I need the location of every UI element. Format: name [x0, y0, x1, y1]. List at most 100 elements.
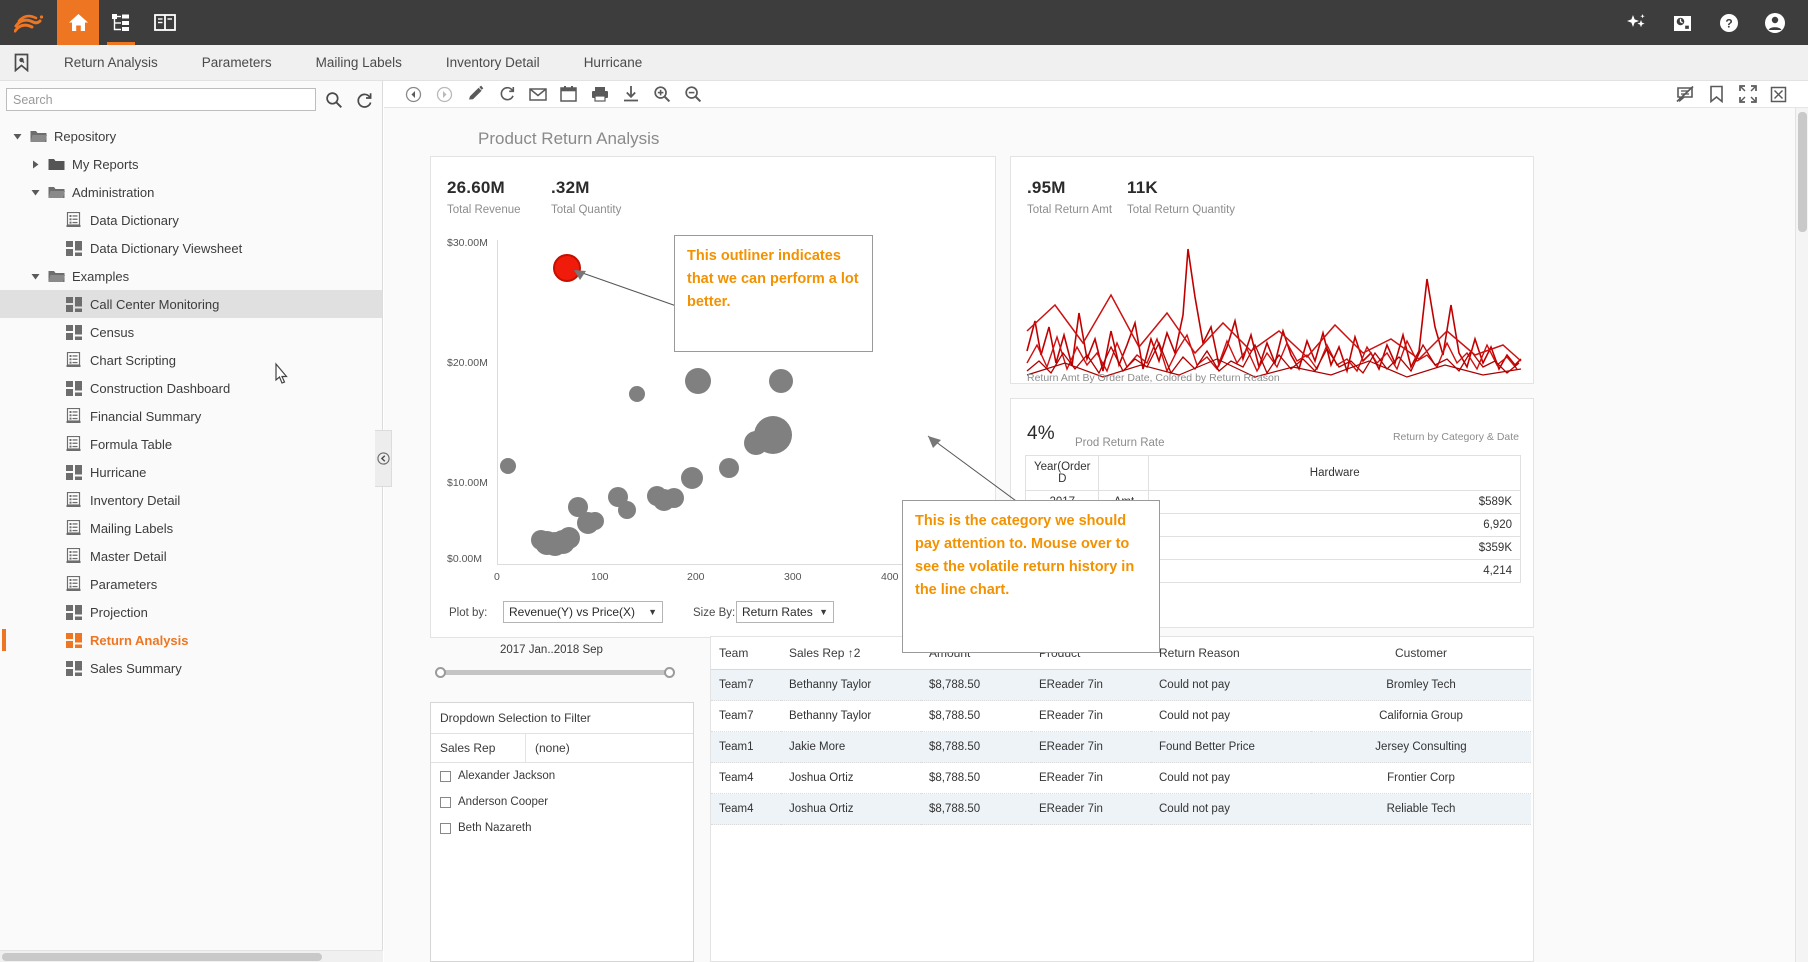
sidebar-collapse-button[interactable] [375, 430, 392, 487]
scatter-point[interactable] [680, 467, 703, 490]
tab-hurricane[interactable]: Hurricane [562, 45, 665, 81]
zoom-out-icon[interactable] [677, 81, 708, 107]
tree-caret-icon[interactable] [26, 272, 44, 281]
checkbox-icon[interactable] [440, 796, 451, 808]
filter-selection-row[interactable]: Sales Rep (none) [431, 734, 693, 763]
filter-option-2[interactable]: Beth Nazareth [431, 815, 693, 841]
zoom-in-icon[interactable] [646, 81, 677, 107]
slider-track[interactable] [440, 670, 670, 675]
filter-field-value[interactable]: (none) [526, 734, 579, 762]
bookmark-tab-icon[interactable] [0, 53, 42, 72]
size-by-select[interactable]: Return Rates ▼ [736, 601, 834, 623]
tab-parameters[interactable]: Parameters [180, 45, 294, 81]
tree-caret-icon[interactable] [26, 160, 44, 169]
bookmark-icon[interactable] [1701, 81, 1732, 107]
scatter-point[interactable] [719, 457, 740, 478]
slider-knob-right[interactable] [664, 667, 675, 678]
tree-caret-icon[interactable] [26, 188, 44, 197]
annotation-hide-icon[interactable] [1670, 81, 1701, 107]
scrollbar-thumb[interactable] [1798, 112, 1807, 232]
table-row[interactable]: Team7 Bethanny Taylor $8,788.50 EReader 7in… [711, 669, 1531, 701]
tree-item-examples[interactable]: Examples [0, 262, 382, 290]
tab-inventory-detail[interactable]: Inventory Detail [424, 45, 562, 81]
return-detail-table[interactable]: Team Sales Rep ↑2 Amount Product Return Reas… [711, 637, 1531, 825]
tree-item-repository[interactable]: Repository [0, 122, 382, 150]
tree-item-return-analysis[interactable]: Return Analysis [0, 626, 382, 654]
slider-knob-left[interactable] [435, 667, 446, 678]
next-icon[interactable] [429, 81, 460, 107]
search-icon[interactable] [322, 88, 346, 112]
tree-item-financial-summary[interactable]: Financial Summary [0, 402, 382, 430]
tree-item-formula-table[interactable]: Formula Table [0, 430, 382, 458]
table-column-header[interactable]: Team [711, 637, 781, 670]
table-row[interactable]: Team4 Joshua Ortiz $8,788.50 EReader 7in Cou… [711, 762, 1531, 794]
search-box[interactable] [6, 88, 316, 111]
tree-item-master-detail[interactable]: Master Detail [0, 542, 382, 570]
scatter-point[interactable] [754, 416, 793, 454]
app-logo[interactable] [0, 0, 57, 45]
scrollbar-thumb[interactable] [2, 953, 322, 961]
repository-tree-icon[interactable] [99, 0, 143, 45]
tree-item-hurricane[interactable]: Hurricane [0, 458, 382, 486]
return-amount-line-chart[interactable] [1025, 235, 1523, 383]
schedule-clock-icon[interactable] [1660, 0, 1706, 45]
scatter-point[interactable] [664, 487, 685, 508]
table-row[interactable]: Team1 Jakie More $8,788.50 EReader 7in Found… [711, 731, 1531, 763]
tree-item-sales-summary[interactable]: Sales Summary [0, 654, 382, 682]
tree-item-chart-scripting[interactable]: Chart Scripting [0, 346, 382, 374]
tree-item-parameters[interactable]: Parameters [0, 570, 382, 598]
fullscreen-icon[interactable] [1732, 81, 1763, 107]
tree-item-data-dictionary-viewsheet[interactable]: Data Dictionary Viewsheet [0, 234, 382, 262]
scatter-point[interactable] [557, 526, 580, 549]
download-icon[interactable] [615, 81, 646, 107]
tree-item-mailing-labels[interactable]: Mailing Labels [0, 514, 382, 542]
checkbox-icon[interactable] [440, 770, 451, 782]
tree-item-administration[interactable]: Administration [0, 178, 382, 206]
tree-caret-icon[interactable] [8, 132, 26, 141]
filter-option-1[interactable]: Anderson Cooper [431, 789, 693, 815]
scatter-point[interactable] [618, 500, 637, 519]
book-icon[interactable] [143, 0, 187, 45]
close-icon[interactable] [1763, 81, 1794, 107]
tab-return-analysis[interactable]: Return Analysis [42, 45, 180, 81]
search-input[interactable] [13, 92, 309, 107]
plot-by-select[interactable]: Revenue(Y) vs Price(X) ▼ [503, 601, 663, 623]
table-row[interactable]: Team7 Bethanny Taylor $8,788.50 EReader 7in… [711, 700, 1531, 732]
tree-item-projection[interactable]: Projection [0, 598, 382, 626]
schedule-calendar-icon[interactable] [553, 81, 584, 107]
filter-option-0[interactable]: Alexander Jackson [431, 763, 693, 789]
refresh-icon[interactable] [491, 81, 522, 107]
table-row[interactable]: Team4 Joshua Ortiz $8,788.50 EReader 7in Cou… [711, 793, 1531, 825]
tree-item-census[interactable]: Census [0, 318, 382, 346]
home-icon[interactable] [57, 0, 99, 45]
refresh-icon[interactable] [352, 88, 376, 112]
scatter-point[interactable] [685, 367, 712, 394]
tree-item-construction-dashboard[interactable]: Construction Dashboard [0, 374, 382, 402]
scatter-point[interactable] [628, 385, 645, 402]
sparkle-ai-icon[interactable] [1614, 0, 1660, 45]
previous-icon[interactable] [398, 81, 429, 107]
tree-item-call-center-monitoring[interactable]: Call Center Monitoring [0, 290, 382, 318]
scatter-point[interactable] [499, 458, 516, 475]
tab-mailing-labels[interactable]: Mailing Labels [294, 45, 424, 81]
top-navigation-bar: ? [0, 0, 1808, 45]
tree-item-my-reports[interactable]: My Reports [0, 150, 382, 178]
scatter-point[interactable] [768, 368, 793, 393]
email-icon[interactable] [522, 81, 553, 107]
table-column-header[interactable]: Return Reason [1151, 637, 1311, 670]
help-question-icon[interactable]: ? [1706, 0, 1752, 45]
edit-pencil-icon[interactable] [460, 81, 491, 107]
canvas-vertical-scrollbar[interactable] [1795, 108, 1808, 962]
sidebar-horizontal-scrollbar[interactable] [0, 950, 383, 962]
scatter-point-outlier[interactable] [552, 254, 581, 283]
tree-item-inventory-detail[interactable]: Inventory Detail [0, 486, 382, 514]
scatter-point[interactable] [585, 511, 604, 530]
table-column-header[interactable]: Customer [1311, 637, 1531, 670]
sort-ascending-icon[interactable]: ↑2 [848, 646, 861, 660]
date-range-slider[interactable]: 2017 Jan..2018 Sep [432, 644, 680, 684]
print-icon[interactable] [584, 81, 615, 107]
tree-item-data-dictionary[interactable]: Data Dictionary [0, 206, 382, 234]
table-column-header[interactable]: Sales Rep ↑2 [781, 637, 921, 670]
checkbox-icon[interactable] [440, 822, 451, 834]
user-account-icon[interactable] [1752, 0, 1798, 45]
